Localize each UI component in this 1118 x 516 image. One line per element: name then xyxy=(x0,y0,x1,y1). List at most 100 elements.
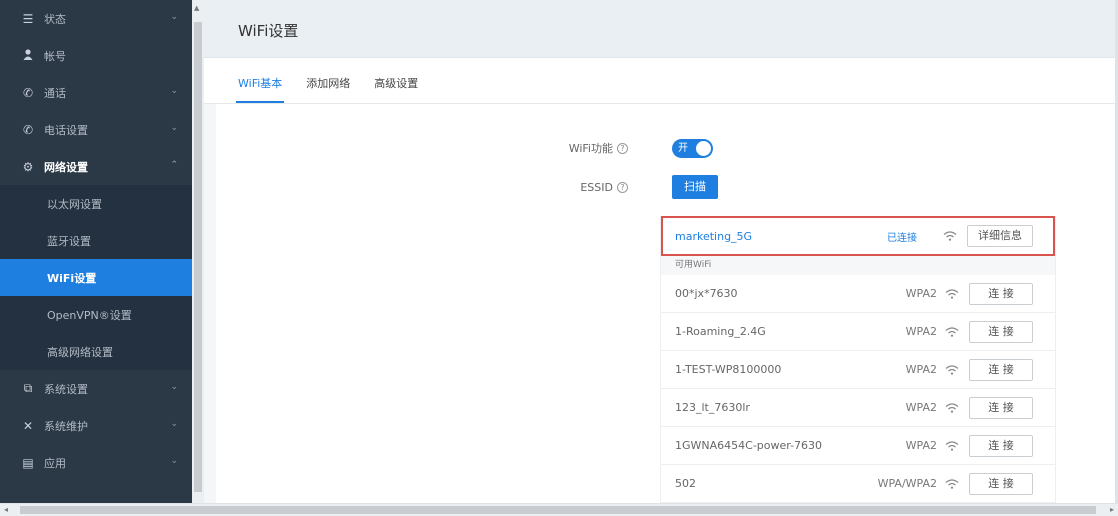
sidebar-item-system-maintenance[interactable]: ✕ 系统维护 ⌄ xyxy=(0,407,192,444)
sidebar-item-label: 通话 xyxy=(44,86,66,100)
connect-button[interactable]: 连 接 xyxy=(969,320,1033,343)
network-icon: ⚙ xyxy=(22,159,34,174)
network-row: 502 WPA/WPA2 连 接 xyxy=(661,465,1055,503)
sidebar-item-label: 系统设置 xyxy=(44,382,88,396)
sidebar-item-label: 系统维护 xyxy=(44,419,88,433)
network-security: WPA2 xyxy=(905,439,937,452)
details-button[interactable]: 详细信息 xyxy=(967,225,1033,247)
page-title: WiFi设置 xyxy=(238,22,299,40)
tools-icon: ✕ xyxy=(22,418,34,433)
phone-icon: ✆ xyxy=(22,122,34,137)
sidebar: ☰ 状态 ⌄ 帐号 ✆ 通话 ⌄ ✆ 电话设置 ⌄ ⚙ 网络设置 ⌃ 以太网设置… xyxy=(0,0,192,503)
user-icon xyxy=(20,48,36,63)
network-ssid: 1GWNA6454C-power-7630 xyxy=(675,439,823,452)
essid-label-text: ESSID xyxy=(580,181,613,194)
sidebar-item-label: 以太网设置 xyxy=(47,197,102,211)
scroll-left-icon[interactable]: ◂ xyxy=(4,505,8,514)
network-security: WPA/WPA2 xyxy=(877,477,937,490)
network-rows: 00*jx*7630 WPA2 连 接 1-Roaming_2.4G WPA2 连 接 1-… xyxy=(661,275,1055,503)
sidebar-item-network-settings[interactable]: ⚙ 网络设置 ⌃ xyxy=(0,148,192,185)
sidebar-item-label: 电话设置 xyxy=(44,123,88,137)
sidebar-item-status[interactable]: ☰ 状态 ⌄ xyxy=(0,0,192,37)
sidebar-sub-wifi[interactable]: WiFi设置 xyxy=(0,259,192,296)
scrollbar-thumb[interactable] xyxy=(20,506,1096,514)
chevron-down-icon: ⌄ xyxy=(170,123,178,133)
sidebar-item-call[interactable]: ✆ 通话 ⌄ xyxy=(0,74,192,111)
connect-button[interactable]: 连 接 xyxy=(969,434,1033,457)
chevron-up-icon: ⌃ xyxy=(170,160,178,170)
network-security: WPA2 xyxy=(905,363,937,376)
chevron-down-icon: ⌄ xyxy=(170,86,178,96)
scroll-up-icon[interactable]: ▲ xyxy=(194,4,199,12)
connect-button[interactable]: 连 接 xyxy=(969,472,1033,495)
wifi-signal-icon xyxy=(945,326,959,337)
sidebar-item-account[interactable]: 帐号 xyxy=(0,37,192,74)
sidebar-item-applications[interactable]: ▤ 应用 ⌄ xyxy=(0,444,192,481)
chevron-down-icon: ⌄ xyxy=(170,12,178,22)
connected-ssid: marketing_5G xyxy=(675,229,753,243)
system-settings-icon: ⧉ xyxy=(23,381,33,395)
wifi-signal-icon xyxy=(945,402,959,413)
chevron-down-icon: ⌄ xyxy=(170,456,178,466)
sidebar-item-label: 蓝牙设置 xyxy=(47,234,91,248)
network-row: 1-Roaming_2.4G WPA2 连 接 xyxy=(661,313,1055,351)
sidebar-sub-bluetooth[interactable]: 蓝牙设置 xyxy=(0,222,192,259)
sidebar-item-label: 网络设置 xyxy=(44,160,88,174)
phone-call-icon: ✆ xyxy=(22,85,34,100)
sidebar-item-label: 应用 xyxy=(44,456,66,470)
network-row: 123_lt_7630lr WPA2 连 接 xyxy=(661,389,1055,427)
network-security: WPA2 xyxy=(905,325,937,338)
scroll-right-icon[interactable]: ▸ xyxy=(1110,505,1114,514)
chevron-down-icon: ⌄ xyxy=(170,382,178,392)
connect-button[interactable]: 连 接 xyxy=(969,282,1033,305)
connect-button[interactable]: 连 接 xyxy=(969,358,1033,381)
sidebar-item-label: OpenVPN®设置 xyxy=(47,308,132,322)
toggle-label: 开 xyxy=(678,143,688,154)
connected-network-row: marketing_5G 已连接 详细信息 xyxy=(661,216,1055,256)
list-icon: ☰ xyxy=(22,11,34,26)
sidebar-scrollbar[interactable]: ▲ xyxy=(192,0,204,503)
app-icon: ▤ xyxy=(22,455,34,470)
sidebar-sub-ethernet[interactable]: 以太网设置 xyxy=(0,185,192,222)
connect-button[interactable]: 连 接 xyxy=(969,396,1033,419)
wifi-function-label-text: WiFi功能 xyxy=(568,142,613,155)
tab-add-network[interactable]: 添加网络 xyxy=(306,58,350,103)
available-wifi-title: 可用WiFi xyxy=(661,256,1055,275)
sidebar-sub-openvpn[interactable]: OpenVPN®设置 xyxy=(0,296,192,333)
sidebar-item-label: 状态 xyxy=(44,12,66,26)
wifi-function-label: WiFi功能? xyxy=(488,140,628,156)
sidebar-item-phone-settings[interactable]: ✆ 电话设置 ⌄ xyxy=(0,111,192,148)
network-ssid: 00*jx*7630 xyxy=(675,287,738,300)
wifi-toggle[interactable]: 开 xyxy=(672,139,713,158)
network-ssid: 502 xyxy=(675,477,696,490)
network-row: 1GWNA6454C-power-7630 WPA2 连 接 xyxy=(661,427,1055,465)
chevron-down-icon: ⌄ xyxy=(170,419,178,429)
wifi-signal-icon xyxy=(945,440,959,451)
main-panel: WiFi设置 WiFi基本 添加网络 高级设置 WiFi功能? 开 ESSID?… xyxy=(204,0,1118,503)
network-row: 1-TEST-WP8100000 WPA2 连 接 xyxy=(661,351,1055,389)
connection-status: 已连接 xyxy=(887,232,917,244)
help-icon[interactable]: ? xyxy=(617,143,628,154)
sidebar-sub-advanced-network[interactable]: 高级网络设置 xyxy=(0,333,192,370)
scan-button[interactable]: 扫描 xyxy=(672,175,718,199)
sidebar-item-label: 帐号 xyxy=(44,49,66,63)
sidebar-item-label: 高级网络设置 xyxy=(47,345,113,359)
network-ssid: 1-TEST-WP8100000 xyxy=(675,363,782,376)
wifi-signal-icon xyxy=(945,478,959,489)
wifi-signal-icon xyxy=(945,288,959,299)
sidebar-item-label: WiFi设置 xyxy=(47,271,97,285)
tab-wifi-basic[interactable]: WiFi基本 xyxy=(235,58,285,103)
network-security: WPA2 xyxy=(905,287,937,300)
tab-advanced-settings[interactable]: 高级设置 xyxy=(374,58,418,103)
app-window: ☰ 状态 ⌄ 帐号 ✆ 通话 ⌄ ✆ 电话设置 ⌄ ⚙ 网络设置 ⌃ 以太网设置… xyxy=(0,0,1118,516)
network-row: 00*jx*7630 WPA2 连 接 xyxy=(661,275,1055,313)
horizontal-scrollbar[interactable]: ◂ ▸ xyxy=(0,503,1118,516)
page-header: WiFi设置 xyxy=(204,0,1118,58)
network-security: WPA2 xyxy=(905,401,937,414)
tab-bar: WiFi基本 添加网络 高级设置 xyxy=(204,58,1118,104)
sidebar-item-system-settings[interactable]: ⧉ 系统设置 ⌄ xyxy=(0,370,192,407)
scrollbar-thumb[interactable] xyxy=(194,22,202,492)
wifi-signal-icon xyxy=(945,364,959,375)
help-icon[interactable]: ? xyxy=(617,182,628,193)
wifi-signal-icon xyxy=(943,231,957,241)
